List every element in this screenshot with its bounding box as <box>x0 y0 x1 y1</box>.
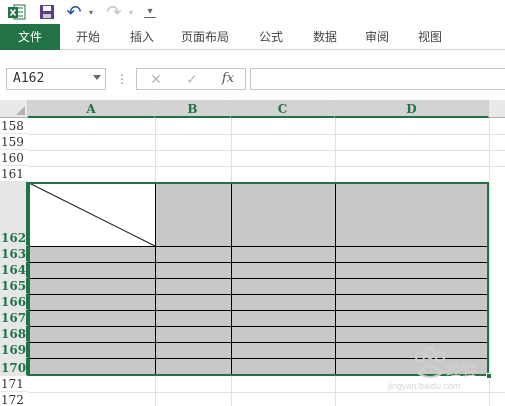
gridline-row <box>28 134 505 135</box>
ribbon-tabs: 文件 开始 插入 页面布局 公式 数据 审阅 视图 <box>0 24 505 50</box>
redo-dropdown-icon[interactable]: ▾ <box>126 2 136 22</box>
gridline-row <box>28 392 505 393</box>
cancel-icon[interactable]: ✕ <box>146 70 166 88</box>
name-box-value: A162 <box>13 71 45 86</box>
row-header-161[interactable]: 161 <box>0 166 28 182</box>
row-header-170[interactable]: 170 <box>0 358 28 376</box>
table-border-h <box>28 278 489 279</box>
table-border-h <box>28 294 489 295</box>
undo-dropdown-icon[interactable]: ▾ <box>86 2 96 22</box>
table-border-h <box>28 310 489 311</box>
row-header-165[interactable]: 165 <box>0 278 28 294</box>
diagonal-border-line <box>28 182 156 247</box>
name-box[interactable]: A162 <box>6 68 106 90</box>
column-header-d[interactable]: D <box>335 100 489 118</box>
table-border-v <box>231 182 232 376</box>
row-header-172[interactable]: 172 <box>0 392 28 406</box>
enter-icon[interactable]: ✓ <box>182 70 202 88</box>
row-header-162[interactable]: 162 <box>0 182 28 246</box>
row-header-163[interactable]: 163 <box>0 246 28 262</box>
worksheet-grid[interactable]: A B C D 158 159 160 161 162 163 164 165 … <box>0 100 505 406</box>
gridline-row <box>28 150 505 151</box>
gridline-row <box>28 166 505 167</box>
insert-function-icon[interactable]: fx <box>218 70 238 88</box>
formula-bar-grip-icon: ⋮ <box>116 72 128 86</box>
table-border-v <box>155 182 156 376</box>
tab-formulas[interactable]: 公式 <box>248 24 294 50</box>
row-header-169[interactable]: 169 <box>0 342 28 358</box>
tab-view[interactable]: 视图 <box>407 24 453 50</box>
row-header-168[interactable]: 168 <box>0 326 28 342</box>
row-header-159[interactable]: 159 <box>0 134 28 150</box>
table-border-h <box>28 326 489 327</box>
name-box-dropdown-icon[interactable] <box>93 75 101 80</box>
tab-page-layout[interactable]: 页面布局 <box>174 24 236 50</box>
excel-window: ↶ ▾ ↷ ▾ ▾ 文件 开始 插入 页面布局 公式 数据 审阅 视图 A162… <box>0 0 505 406</box>
table-border-h <box>28 358 489 359</box>
tab-home[interactable]: 开始 <box>64 24 112 50</box>
table-border-v <box>335 182 336 376</box>
excel-logo-icon <box>6 2 28 22</box>
fill-handle[interactable] <box>486 373 492 379</box>
row-header-164[interactable]: 164 <box>0 262 28 278</box>
formula-bar: A162 ⋮ ✕ ✓ fx <box>0 62 505 94</box>
table-border-h <box>28 342 489 343</box>
row-header-158[interactable]: 158 <box>0 118 28 134</box>
column-header-e[interactable] <box>489 100 505 118</box>
header-cells-fill <box>155 182 489 246</box>
gridline-col-e <box>489 118 490 406</box>
column-header-b[interactable]: B <box>155 100 231 118</box>
tab-data[interactable]: 数据 <box>302 24 348 50</box>
save-icon[interactable] <box>36 2 58 22</box>
tab-insert[interactable]: 插入 <box>118 24 166 50</box>
select-all-triangle-icon <box>16 106 25 115</box>
column-header-a[interactable]: A <box>28 100 155 118</box>
tab-file[interactable]: 文件 <box>0 24 60 50</box>
cell-a162[interactable] <box>28 182 156 247</box>
select-all-corner[interactable] <box>0 100 28 118</box>
table-border-h <box>28 262 489 263</box>
tab-review[interactable]: 审阅 <box>354 24 400 50</box>
table-border-h <box>28 246 489 247</box>
row-header-167[interactable]: 167 <box>0 310 28 326</box>
customize-toolbar-icon[interactable]: ▾ <box>144 6 156 18</box>
quick-access-toolbar: ↶ ▾ ↷ ▾ ▾ <box>0 0 505 24</box>
row-header-171[interactable]: 171 <box>0 376 28 392</box>
row-header-166[interactable]: 166 <box>0 294 28 310</box>
body-cells-fill <box>28 246 489 376</box>
undo-icon[interactable]: ↶ <box>64 2 84 22</box>
column-header-c[interactable]: C <box>231 100 335 118</box>
redo-icon[interactable]: ↷ <box>104 2 124 22</box>
row-header-160[interactable]: 160 <box>0 150 28 166</box>
formula-input[interactable] <box>250 68 505 90</box>
